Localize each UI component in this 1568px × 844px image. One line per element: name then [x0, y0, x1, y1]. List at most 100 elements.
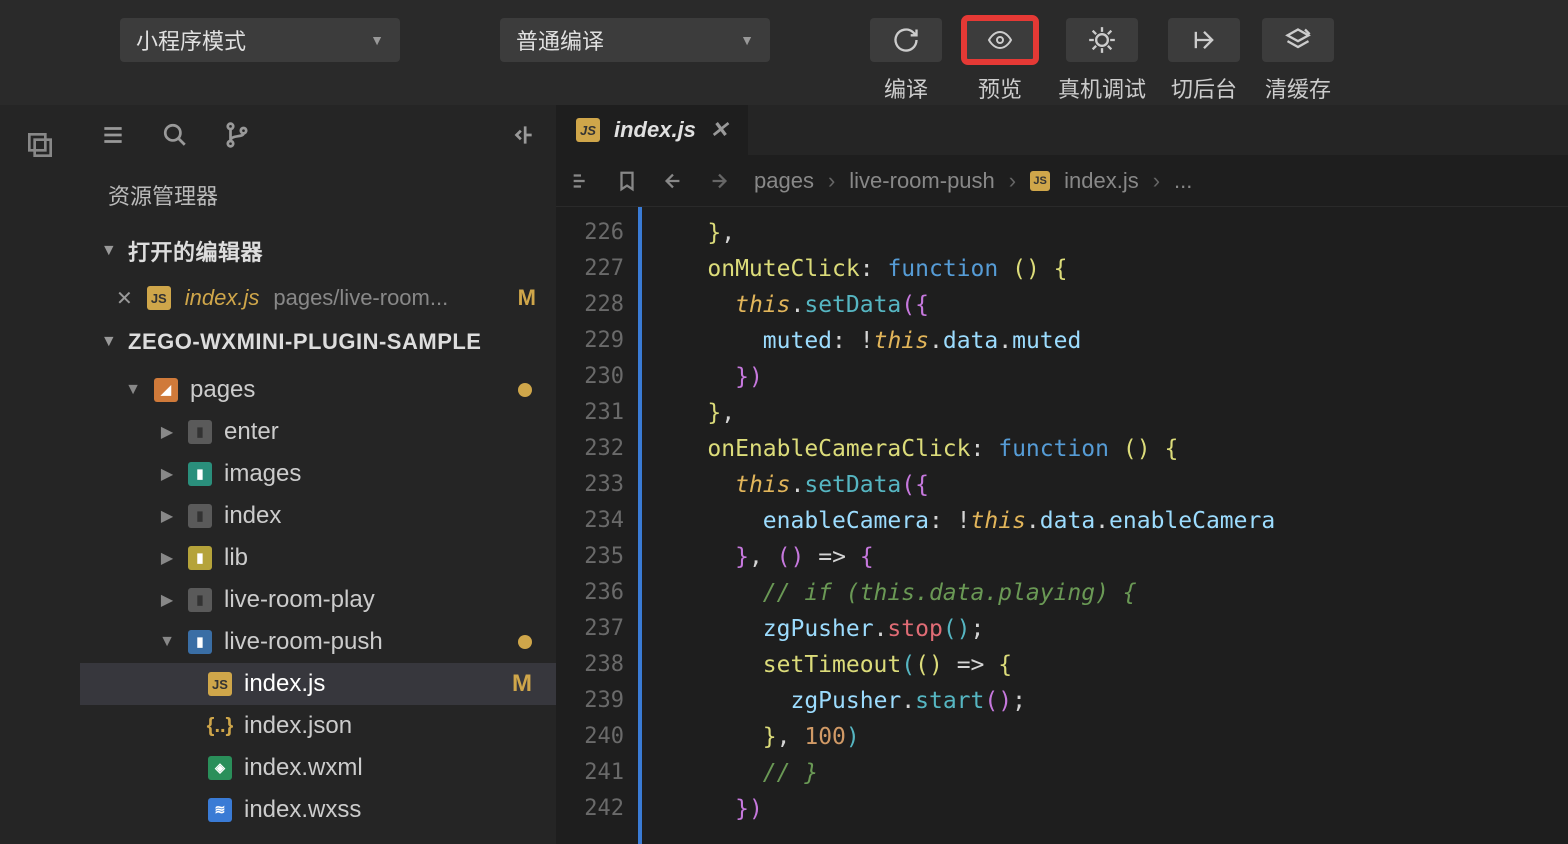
collapse-icon[interactable] [510, 122, 536, 148]
code-content[interactable]: }, onMuteClick: function () { this.setDa… [638, 207, 1568, 844]
wxss-icon: ≋ [208, 798, 232, 822]
eye-icon [984, 28, 1016, 52]
remote-debug-action: 真机调试 [1058, 18, 1146, 104]
refresh-icon [892, 26, 920, 54]
open-editors-label: 打开的编辑器 [128, 235, 263, 267]
chevron-right-icon: › [1009, 168, 1016, 194]
remote-debug-label: 真机调试 [1058, 72, 1146, 104]
tree-label: index.wxml [244, 754, 536, 782]
mode-dropdown-label: 小程序模式 [136, 24, 246, 56]
tree-folder-live-room-play[interactable]: ▶ ▮ live-room-play [80, 579, 556, 621]
open-editor-filename: index.js [185, 285, 260, 311]
editor-gutter-icons [570, 170, 730, 192]
tree-folder-images[interactable]: ▶ ▮ images [80, 453, 556, 495]
arrow-left-icon[interactable] [662, 170, 684, 192]
main-area: 资源管理器 ▼ 打开的编辑器 ✕ JS index.js pages/live-… [0, 105, 1568, 844]
open-editor-item[interactable]: ✕ JS index.js pages/live-room... M [80, 277, 556, 319]
tree-label: index.js [244, 670, 500, 698]
breadcrumb-segment[interactable]: ... [1174, 168, 1192, 194]
tree-label: pages [190, 376, 506, 404]
tree-folder-lib[interactable]: ▶ ▮ lib [80, 537, 556, 579]
compile-label: 编译 [884, 72, 928, 104]
tree-label: live-room-play [224, 586, 536, 614]
tree-label: index [224, 502, 536, 530]
tree-file-index-wxss[interactable]: ≋ index.wxss [80, 789, 556, 831]
sidebar-toolbar [80, 105, 556, 165]
close-icon[interactable]: ✕ [116, 286, 133, 311]
chevron-down-icon: ▼ [158, 633, 176, 651]
branch-icon[interactable] [224, 122, 250, 148]
tree-label: index.wxss [244, 796, 536, 824]
compile-dropdown-label: 普通编译 [516, 24, 604, 56]
project-header[interactable]: ▼ ZEGO-WXMINI-PLUGIN-SAMPLE [80, 319, 556, 365]
list-icon[interactable] [570, 170, 592, 192]
tree-file-index-wxml[interactable]: ◈ index.wxml [80, 747, 556, 789]
chevron-down-icon: ▼ [740, 32, 754, 48]
open-editors-header[interactable]: ▼ 打开的编辑器 [80, 225, 556, 277]
arrow-right-icon[interactable] [708, 170, 730, 192]
tree-folder-pages[interactable]: ▼ ◢ pages [80, 369, 556, 411]
chevron-right-icon: ▶ [158, 464, 176, 484]
activity-bar [0, 105, 80, 844]
tab-bar: JS index.js ✕ [556, 105, 1568, 155]
breadcrumb[interactable]: pages › live-room-push › JS index.js › .… [754, 168, 1192, 194]
breadcrumb-segment[interactable]: index.js [1064, 168, 1139, 194]
breadcrumb-segment[interactable]: pages [754, 168, 814, 194]
bookmark-icon[interactable] [616, 170, 638, 192]
chevron-right-icon: ▶ [158, 506, 176, 526]
list-icon[interactable] [100, 122, 126, 148]
tree-folder-live-room-push[interactable]: ▼ ▮ live-room-push [80, 621, 556, 663]
indent-guide [638, 207, 642, 844]
tree-file-index-js[interactable]: JS index.js M [80, 663, 556, 705]
preview-label: 预览 [978, 72, 1022, 104]
toolbar-actions: 编译 预览 真机调试 切后台 清缓存 [870, 18, 1334, 104]
chevron-right-icon: › [828, 168, 835, 194]
mode-dropdown[interactable]: 小程序模式 ▼ [120, 18, 400, 62]
preview-button[interactable] [964, 18, 1036, 62]
tree-folder-index[interactable]: ▶ ▮ index [80, 495, 556, 537]
remote-debug-button[interactable] [1066, 18, 1138, 62]
close-icon[interactable]: ✕ [710, 117, 728, 143]
breadcrumb-segment[interactable]: live-room-push [849, 168, 995, 194]
tree-file-index-json[interactable]: {..} index.json [80, 705, 556, 747]
tree-label: live-room-push [224, 628, 506, 656]
tab-index-js[interactable]: JS index.js ✕ [556, 105, 748, 155]
background-button[interactable] [1168, 18, 1240, 62]
clear-cache-action: 清缓存 [1262, 18, 1334, 104]
js-icon: JS [208, 672, 232, 696]
folder-icon: ▮ [188, 588, 212, 612]
chevron-right-icon: ▶ [158, 590, 176, 610]
js-icon: JS [576, 118, 600, 142]
chevron-right-icon: › [1153, 168, 1160, 194]
modified-badge: M [512, 670, 532, 698]
folder-icon: ▮ [188, 546, 212, 570]
folder-icon: ◢ [154, 378, 178, 402]
modified-dot-icon [518, 383, 532, 397]
breadcrumb-bar: pages › live-room-push › JS index.js › .… [556, 155, 1568, 207]
folder-open-icon: ▮ [188, 630, 212, 654]
json-icon: {..} [208, 714, 232, 738]
preview-action: 预览 [964, 18, 1036, 104]
line-numbers: 226 227 228 229 230 231 232 233 234 235 … [556, 207, 638, 844]
top-toolbar: 小程序模式 ▼ 普通编译 ▼ 编译 预览 真机调试 [0, 0, 1568, 105]
exit-icon [1190, 26, 1218, 54]
code-area[interactable]: 226 227 228 229 230 231 232 233 234 235 … [556, 207, 1568, 844]
search-icon[interactable] [162, 122, 188, 148]
js-icon: JS [147, 286, 171, 310]
tree-label: images [224, 460, 536, 488]
compile-button[interactable] [870, 18, 942, 62]
background-label: 切后台 [1171, 72, 1237, 104]
open-editor-path: pages/live-room... [273, 285, 503, 311]
tab-label: index.js [614, 117, 696, 143]
chevron-right-icon: ▶ [158, 548, 176, 568]
background-action: 切后台 [1168, 18, 1240, 104]
compile-dropdown[interactable]: 普通编译 ▼ [500, 18, 770, 62]
folder-icon: ▮ [188, 420, 212, 444]
chevron-down-icon: ▼ [124, 381, 142, 399]
chevron-down-icon: ▼ [370, 32, 384, 48]
modified-badge: M [518, 285, 536, 311]
clear-cache-button[interactable] [1262, 18, 1334, 62]
chevron-right-icon: ▶ [158, 422, 176, 442]
tree-folder-enter[interactable]: ▶ ▮ enter [80, 411, 556, 453]
stack-icon[interactable] [24, 129, 56, 161]
